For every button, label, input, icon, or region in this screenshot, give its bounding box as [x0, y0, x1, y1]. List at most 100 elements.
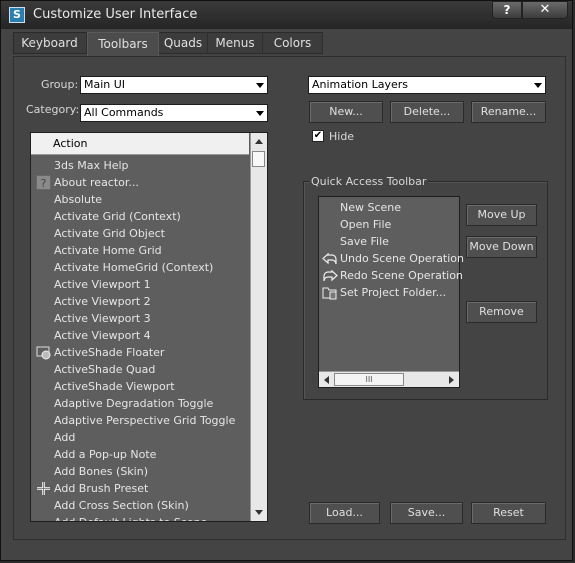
tab-colors[interactable]: Colors — [263, 32, 323, 54]
quick-access-list[interactable]: New Scene Open File Save File Undo Scene Op… — [318, 196, 464, 388]
undo-icon — [322, 251, 338, 266]
action-list-item[interactable]: Active Viewport 2 — [31, 293, 249, 310]
action-list-item[interactable]: Activate HomeGrid (Context) — [31, 259, 249, 276]
category-select[interactable]: All Commands — [80, 104, 268, 122]
customize-ui-dialog: S Customize User Interface ? ✕ Keyboard … — [0, 0, 573, 561]
action-list-scrollbar[interactable] — [250, 133, 267, 521]
action-list-item[interactable]: ActiveShade Quad — [31, 361, 249, 378]
app-icon: S — [9, 7, 25, 23]
close-button[interactable]: ✕ — [522, 1, 568, 19]
action-list-item[interactable]: 3ds Max Help — [31, 157, 249, 174]
action-list-item[interactable]: ActiveShade Floater — [31, 344, 249, 361]
hscroll-thumb[interactable]: III — [334, 373, 404, 386]
scroll-right-icon[interactable] — [449, 376, 454, 384]
action-list-item[interactable]: Activate Grid (Context) — [31, 208, 249, 225]
tab-toolbars[interactable]: Toolbars — [87, 32, 159, 56]
scroll-thumb[interactable] — [252, 151, 265, 167]
help-button[interactable]: ? — [492, 1, 522, 19]
action-list-item-label: Add Cross Section (Skin) — [54, 499, 189, 512]
load-button[interactable]: Load... — [309, 502, 380, 524]
brush-cross-icon — [36, 481, 51, 496]
quick-access-item-label: Open File — [340, 218, 392, 231]
delete-toolbar-button[interactable]: Delete... — [390, 101, 464, 123]
quick-access-item[interactable]: Save File — [319, 233, 389, 250]
title-bar[interactable]: S Customize User Interface ? ✕ — [1, 1, 572, 29]
quick-access-item-label: Undo Scene Operation — [340, 252, 465, 265]
activeshade-icon — [36, 345, 51, 360]
reset-button[interactable]: Reset — [471, 502, 546, 524]
save-button[interactable]: Save... — [390, 502, 463, 524]
tab-quads[interactable]: Quads — [159, 32, 208, 54]
action-list-item[interactable]: Adaptive Perspective Grid Toggle — [31, 412, 249, 429]
hide-checkbox[interactable]: ✔ — [312, 130, 324, 142]
scroll-left-icon[interactable] — [324, 376, 329, 384]
hide-label: Hide — [329, 130, 355, 143]
chevron-down-icon — [534, 83, 542, 88]
quick-access-item[interactable]: Undo Scene Operation — [319, 250, 464, 267]
category-label: Category: — [26, 103, 80, 116]
move-down-button[interactable]: Move Down — [466, 236, 537, 258]
quick-access-item[interactable]: Set Project Folder... — [319, 284, 446, 301]
action-list-item[interactable]: Active Viewport 4 — [31, 327, 249, 344]
action-list-item[interactable]: Adaptive Degradation Toggle — [31, 395, 249, 412]
action-list-item[interactable]: Add Default Lights to Scene — [31, 514, 249, 521]
action-list-item[interactable]: Add Cross Section (Skin) — [31, 497, 249, 514]
action-list-item-label: ActiveShade Quad — [54, 363, 156, 376]
action-list-item-label: ActiveShade Viewport — [54, 380, 175, 393]
action-list-item[interactable]: Add Bones (Skin) — [31, 463, 249, 480]
action-list-item-label: Activate HomeGrid (Context) — [54, 261, 214, 274]
quick-access-item-label: Save File — [340, 235, 389, 248]
action-list-item[interactable]: Add a Pop-up Note — [31, 446, 249, 463]
action-column-header[interactable]: Action — [31, 133, 249, 155]
toolbar-select[interactable]: Animation Layers — [308, 76, 546, 94]
toolbar-select-value: Animation Layers — [312, 78, 408, 91]
action-list-item-label: Active Viewport 2 — [54, 295, 151, 308]
action-list-item-label: 3ds Max Help — [54, 159, 129, 172]
remove-button[interactable]: Remove — [466, 301, 537, 323]
scroll-down-icon[interactable] — [255, 510, 263, 515]
question-icon: ? — [36, 175, 51, 190]
scroll-up-icon[interactable] — [255, 139, 263, 144]
rename-toolbar-button[interactable]: Rename... — [471, 101, 546, 123]
quick-access-item[interactable]: Redo Scene Operation — [319, 267, 463, 284]
window-title: Customize User Interface — [33, 7, 198, 22]
tab-menus[interactable]: Menus — [208, 32, 263, 54]
action-list-item-label: Adaptive Degradation Toggle — [54, 397, 214, 410]
action-list-item[interactable]: Add Brush Preset — [31, 480, 249, 497]
chevron-down-icon — [256, 83, 264, 88]
action-list-item-label: Add a Pop-up Note — [54, 448, 157, 461]
tab-keyboard[interactable]: Keyboard — [13, 32, 87, 54]
group-label: Group: — [41, 78, 79, 91]
action-list-item[interactable]: ? About reactor... — [31, 174, 249, 191]
new-toolbar-button[interactable]: New... — [309, 101, 383, 123]
redo-icon — [322, 268, 338, 283]
action-list-item[interactable]: Active Viewport 3 — [31, 310, 249, 327]
action-list-item-label: Active Viewport 1 — [54, 278, 151, 291]
group-select[interactable]: Main UI — [80, 76, 268, 94]
quick-access-item-label: New Scene — [340, 201, 402, 214]
group-select-value: Main UI — [84, 78, 126, 91]
action-list-item[interactable]: Activate Home Grid — [31, 242, 249, 259]
quick-access-title: Quick Access Toolbar — [309, 175, 429, 188]
project-folder-icon — [322, 285, 338, 300]
action-list-item[interactable]: Activate Grid Object — [31, 225, 249, 242]
quick-access-item[interactable]: Open File — [319, 216, 391, 233]
action-list-item-label: Adaptive Perspective Grid Toggle — [54, 414, 236, 427]
action-list-item[interactable]: Add — [31, 429, 249, 446]
action-list-item[interactable]: Active Viewport 1 — [31, 276, 249, 293]
svg-text:?: ? — [41, 177, 47, 190]
quick-access-hscrollbar[interactable]: III — [319, 371, 459, 387]
action-list[interactable]: Action 3ds Max Help? About reactor... Abso… — [30, 132, 268, 522]
action-list-item-label: Add Brush Preset — [54, 482, 149, 495]
move-up-button[interactable]: Move Up — [466, 204, 537, 226]
action-list-item-label: Add — [54, 431, 76, 444]
category-select-value: All Commands — [84, 106, 164, 119]
action-list-item-label: Absolute — [54, 193, 103, 206]
action-list-item[interactable]: ActiveShade Viewport — [31, 378, 249, 395]
action-list-item[interactable]: Absolute — [31, 191, 249, 208]
quick-access-item[interactable]: New Scene — [319, 199, 401, 216]
action-list-item-label: About reactor... — [54, 176, 139, 189]
action-list-item-label: Activate Grid Object — [54, 227, 165, 240]
action-list-item-label: Add Bones (Skin) — [54, 465, 148, 478]
action-list-item-label: Active Viewport 4 — [54, 329, 151, 342]
